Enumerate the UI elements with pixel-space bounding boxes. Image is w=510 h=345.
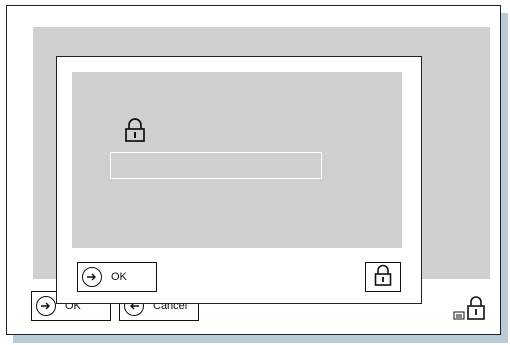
lock-icon xyxy=(125,118,145,142)
ok-label: OK xyxy=(111,271,127,283)
lock-icon xyxy=(467,296,485,320)
lock-icon xyxy=(374,264,392,291)
password-dialog: OK xyxy=(56,56,422,304)
keyboard-lock-indicator[interactable] xyxy=(451,293,491,321)
password-input[interactable] xyxy=(110,152,322,179)
ok-button[interactable]: OK xyxy=(77,262,157,292)
arrow-right-icon xyxy=(82,267,102,287)
password-dialog-content xyxy=(72,72,402,248)
lock-button[interactable] xyxy=(365,262,401,292)
keyboard-icon xyxy=(453,311,465,320)
arrow-right-icon xyxy=(36,296,56,316)
